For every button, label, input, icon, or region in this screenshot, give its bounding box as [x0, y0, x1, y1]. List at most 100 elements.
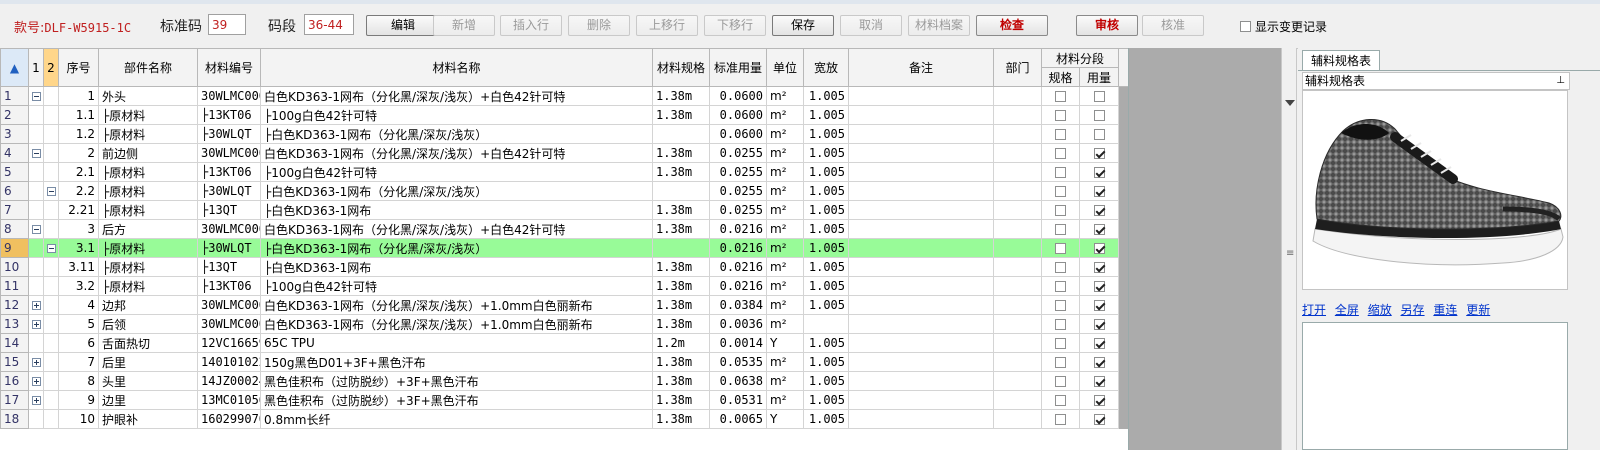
collapse-icon[interactable] — [31, 92, 41, 101]
seg-usage-cell[interactable] — [1078, 276, 1120, 296]
material-spec-cell[interactable]: 1.38m — [652, 390, 710, 410]
level1-cell[interactable] — [28, 314, 44, 334]
seg-spec-cell[interactable] — [1041, 238, 1080, 258]
seg-spec-checkbox[interactable] — [1055, 414, 1066, 425]
material-name-cell[interactable]: 白色KD363-1网布（分化黑/深灰/浅灰）+白色42针可特 — [260, 86, 653, 106]
table-row[interactable]: 8 3 后方 30WLMC000 白色KD363-1网布（分化黑/深灰/浅灰）+白色42… — [0, 219, 1128, 239]
std-usage-cell[interactable]: 0.0600 — [709, 124, 767, 144]
remark-cell[interactable] — [848, 276, 994, 296]
unit-cell[interactable]: m² — [766, 86, 804, 106]
part-name-cell[interactable]: 外头 — [98, 86, 198, 106]
part-name-cell[interactable]: 头里 — [98, 371, 198, 391]
seg-spec-checkbox[interactable] — [1055, 376, 1066, 387]
level1-cell[interactable] — [28, 409, 44, 429]
material-spec-cell[interactable]: 1.38m — [652, 105, 710, 125]
unit-cell[interactable]: m² — [766, 219, 804, 239]
table-row[interactable]: 13 5 后领 30WLMC000 白色KD363-1网布（分化黑/深灰/浅灰）+1.0… — [0, 314, 1128, 334]
seg-usage-checkbox[interactable] — [1093, 148, 1105, 159]
seg-usage-cell[interactable] — [1078, 352, 1120, 372]
material-code-cell[interactable]: 140101022 — [197, 352, 261, 372]
tab-accessory-spec[interactable]: 辅料规格表 — [1302, 50, 1381, 71]
dept-cell[interactable] — [993, 333, 1042, 353]
collapse-icon[interactable] — [46, 187, 56, 196]
open-link[interactable]: 打开 — [1302, 303, 1326, 317]
table-row[interactable]: 17 9 边里 13MC01056 黑色佳积布（过防脱纱）+3F+黑色汗布 1.38m 0.… — [0, 390, 1128, 410]
seg-spec-cell[interactable] — [1041, 352, 1080, 372]
seg-usage-checkbox[interactable] — [1093, 243, 1105, 254]
part-name-cell[interactable]: ├原材料 — [98, 162, 198, 182]
remark-cell[interactable] — [848, 105, 994, 125]
loosen-cell[interactable]: 1.005 — [803, 390, 849, 410]
dept-cell[interactable] — [993, 257, 1042, 277]
dept-cell[interactable] — [993, 314, 1042, 334]
dept-cell[interactable] — [993, 105, 1042, 125]
std-usage-cell[interactable]: 0.0014 — [709, 333, 767, 353]
seq-cell[interactable]: 10 — [58, 409, 99, 429]
dept-cell[interactable] — [993, 295, 1042, 315]
expand-icon[interactable] — [31, 377, 41, 386]
std-usage-cell[interactable]: 0.0535 — [709, 352, 767, 372]
material-spec-cell[interactable] — [652, 238, 710, 258]
seg-spec-checkbox[interactable] — [1055, 281, 1066, 292]
level2-cell[interactable] — [43, 390, 59, 410]
remark-cell[interactable] — [848, 162, 994, 182]
std-usage-cell[interactable]: 0.0255 — [709, 162, 767, 182]
seg-spec-checkbox[interactable] — [1055, 110, 1066, 121]
material-code-cell[interactable]: ├13QT — [197, 200, 261, 220]
row-number[interactable]: 7 — [0, 200, 29, 220]
seq-cell[interactable]: 1 — [58, 86, 99, 106]
seg-usage-cell[interactable] — [1078, 143, 1120, 163]
seg-usage-header[interactable]: 用量 — [1078, 67, 1120, 87]
table-row[interactable]: 15 7 后里 140101022 150g黑色D01+3F+黑色汗布 1.38m 0.05… — [0, 352, 1128, 372]
seg-spec-checkbox[interactable] — [1055, 205, 1066, 216]
material-spec-cell[interactable]: 1.38m — [652, 371, 710, 391]
unit-cell[interactable]: m² — [766, 200, 804, 220]
table-row[interactable]: 10 3.11 ├原材料 ├13QT ├白色KD363-1网布 1.38m 0.0216 m²… — [0, 257, 1128, 277]
seg-spec-cell[interactable] — [1041, 162, 1080, 182]
seg-spec-checkbox[interactable] — [1055, 243, 1066, 254]
expand-icon[interactable] — [31, 358, 41, 367]
level1-cell[interactable] — [28, 257, 44, 277]
material-code-cell[interactable]: ├30WLQT — [197, 238, 261, 258]
remark-cell[interactable] — [848, 86, 994, 106]
edit-button[interactable]: 编辑 — [366, 15, 440, 36]
seq-cell[interactable]: 9 — [58, 390, 99, 410]
seg-usage-cell[interactable] — [1078, 105, 1120, 125]
seq-cell[interactable]: 3.2 — [58, 276, 99, 296]
dept-cell[interactable] — [993, 409, 1042, 429]
table-row[interactable]: 14 6 舌面热切 12VC16659 65C TPU 1.2m 0.0014 Y 1.005 — [0, 333, 1128, 353]
expand-icon[interactable] — [31, 301, 41, 310]
row-number[interactable]: 10 — [0, 257, 29, 277]
remark-cell[interactable] — [848, 314, 994, 334]
seg-spec-cell[interactable] — [1041, 276, 1080, 296]
seg-usage-checkbox[interactable] — [1093, 224, 1105, 235]
seq-cell[interactable]: 7 — [58, 352, 99, 372]
table-row[interactable]: 12 4 边邦 30WLMC000 白色KD363-1网布（分化黑/深灰/浅灰）+1.0… — [0, 295, 1128, 315]
level1-cell[interactable] — [28, 200, 44, 220]
level2-cell[interactable] — [43, 162, 59, 182]
unit-cell[interactable]: m² — [766, 257, 804, 277]
level2-cell[interactable] — [43, 181, 59, 201]
seg-usage-checkbox[interactable] — [1093, 414, 1105, 425]
remark-cell[interactable] — [848, 352, 994, 372]
dept-cell[interactable] — [993, 276, 1042, 296]
material-code-cell[interactable]: 13MC01056 — [197, 390, 261, 410]
row-number[interactable]: 5 — [0, 162, 29, 182]
material-name-cell[interactable]: ├100g白色42针可特 — [260, 162, 653, 182]
seg-spec-cell[interactable] — [1041, 200, 1080, 220]
notes-area[interactable] — [1302, 322, 1568, 450]
std-usage-cell[interactable]: 0.0216 — [709, 219, 767, 239]
table-row[interactable]: 11 3.2 ├原材料 ├13KT06 ├100g白色42针可特 1.38m 0.0216 m… — [0, 276, 1128, 296]
zoom-link[interactable]: 缩放 — [1368, 303, 1392, 317]
loosen-cell[interactable]: 1.005 — [803, 181, 849, 201]
check-button[interactable]: 检查 — [976, 15, 1048, 36]
std-usage-cell[interactable]: 0.0255 — [709, 143, 767, 163]
std-usage-cell[interactable]: 0.0255 — [709, 200, 767, 220]
seq-cell[interactable]: 6 — [58, 333, 99, 353]
remark-cell[interactable] — [848, 124, 994, 144]
seq-cell[interactable]: 8 — [58, 371, 99, 391]
loosen-cell[interactable]: 1.005 — [803, 409, 849, 429]
row-number[interactable]: 9 — [0, 238, 29, 258]
part-name-cell[interactable]: 边邦 — [98, 295, 198, 315]
remark-cell[interactable] — [848, 257, 994, 277]
